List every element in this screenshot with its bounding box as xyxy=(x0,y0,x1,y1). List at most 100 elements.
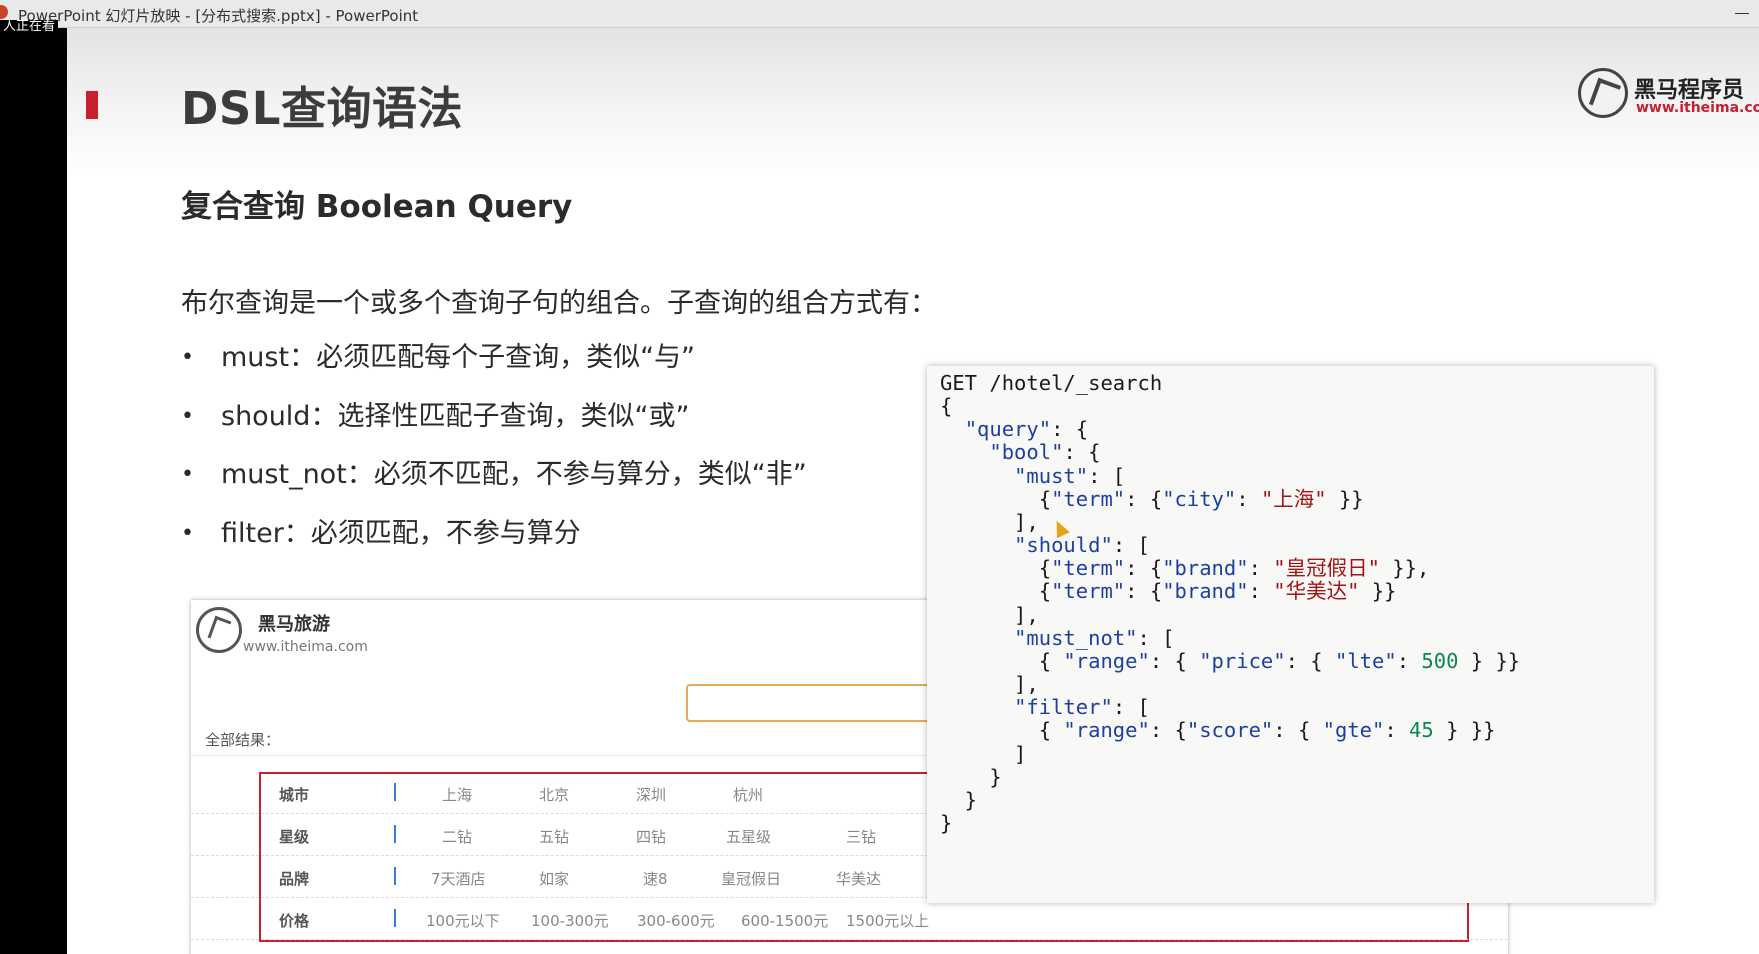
filter-option[interactable]: 二钻 xyxy=(442,826,472,847)
filter-option[interactable]: 上海 xyxy=(442,784,472,805)
itheima-logo: 黑马程序员 www.itheima.com xyxy=(1578,68,1759,128)
slide-subtitle: 复合查询 Boolean Query xyxy=(181,189,573,225)
bullet-text: filter：必须匹配，不参与算分 xyxy=(221,517,581,549)
filter-separator xyxy=(394,825,396,843)
code-line: ], xyxy=(940,510,1039,534)
code-block: GET /hotel/_search { "query": { "bool": … xyxy=(940,371,1654,835)
code-token: "must" xyxy=(1014,463,1089,488)
code-token: : xyxy=(1384,718,1410,743)
filter-option[interactable]: 五钻 xyxy=(539,826,569,847)
code-token: ], xyxy=(940,509,1039,534)
filter-name: 价格 xyxy=(279,912,310,930)
code-line: ], xyxy=(940,672,1039,696)
code-line: { xyxy=(940,394,952,418)
filter-separator xyxy=(394,867,396,885)
code-token: : [ xyxy=(1112,695,1150,720)
intro-text: 布尔查询是一个或多个查询子句的组合。子查询的组合方式有： xyxy=(181,288,937,319)
code-token: "bool" xyxy=(989,440,1064,465)
filter-option[interactable]: 速8 xyxy=(643,868,668,889)
code-token: { xyxy=(940,718,1064,743)
code-token: "皇冠假日" xyxy=(1273,556,1380,581)
code-token: }}, xyxy=(1379,556,1430,581)
code-token: { xyxy=(940,648,1064,673)
code-token: { xyxy=(940,394,953,419)
filter-option[interactable]: 皇冠假日 xyxy=(721,868,781,889)
code-token: : { xyxy=(1125,556,1163,581)
code-token: ] xyxy=(940,741,1027,766)
code-token: "brand" xyxy=(1162,579,1249,604)
filter-option[interactable]: 100元以下 xyxy=(426,910,500,931)
viewer-count-label: 人正在看 xyxy=(0,20,59,32)
code-line: {"term": {"brand": "皇冠假日" }}, xyxy=(940,556,1430,581)
powerpoint-app-icon xyxy=(0,5,8,19)
left-black-strip xyxy=(0,28,67,954)
code-token: "华美达" xyxy=(1273,579,1360,604)
code-token: { xyxy=(940,556,1052,581)
code-token: } xyxy=(940,764,1002,789)
code-line: "bool": { xyxy=(940,440,1100,464)
bullet-dot: • xyxy=(181,403,194,429)
code-token: : xyxy=(1236,486,1261,511)
filter-option[interactable]: 北京 xyxy=(539,784,569,805)
code-token: : xyxy=(1396,648,1422,673)
code-token: { xyxy=(940,486,1052,511)
filter-option[interactable]: 7天酒店 xyxy=(431,868,486,889)
filter-option[interactable]: 300-600元 xyxy=(637,910,715,931)
code-token: "range" xyxy=(1063,648,1150,673)
bullet-dot: • xyxy=(181,520,194,546)
filter-option[interactable]: 600-1500元 xyxy=(741,910,828,931)
code-token: ], xyxy=(940,602,1039,627)
code-line: "must": [ xyxy=(940,464,1125,488)
code-line: {"term": {"city": "上海" }} xyxy=(940,487,1364,511)
code-token: : { xyxy=(1125,486,1163,511)
filter-option[interactable]: 三钻 xyxy=(846,826,876,847)
minimize-button[interactable] xyxy=(1725,0,1755,28)
code-line: } xyxy=(940,811,952,835)
filter-name: 城市 xyxy=(279,786,310,804)
code-token: "lte" xyxy=(1334,648,1397,673)
code-token: : { xyxy=(1125,579,1163,604)
filter-option[interactable]: 深圳 xyxy=(636,784,666,805)
code-token: "must_not" xyxy=(1014,625,1138,650)
code-token: "gte" xyxy=(1322,718,1385,743)
title-accent-bar xyxy=(86,91,98,119)
code-token: }} xyxy=(1359,579,1397,604)
minimize-icon xyxy=(1735,13,1749,14)
filter-option[interactable]: 五星级 xyxy=(726,826,771,847)
code-token: : { xyxy=(1149,648,1200,673)
code-token: "query" xyxy=(964,417,1052,442)
filter-option[interactable]: 100-300元 xyxy=(531,910,609,931)
code-token: "price" xyxy=(1199,648,1286,673)
filter-option[interactable]: 华美达 xyxy=(836,868,881,889)
code-token: } }} xyxy=(1458,648,1521,673)
window-title-bar: PowerPoint 幻灯片放映 - [分布式搜索.pptx] - PowerP… xyxy=(0,0,1759,28)
bullet-text: should：选择性匹配子查询，类似“或” xyxy=(221,400,690,432)
code-token: } xyxy=(940,787,978,812)
filter-separator xyxy=(394,909,396,927)
code-token: 45 xyxy=(1409,718,1434,743)
code-token: } }} xyxy=(1433,718,1496,743)
code-line: ] xyxy=(940,742,1026,766)
code-line: ], xyxy=(940,603,1039,627)
code-token: ], xyxy=(940,672,1039,697)
code-token: : { xyxy=(1285,648,1335,673)
code-token: "term" xyxy=(1051,486,1126,511)
filter-option[interactable]: 如家 xyxy=(539,868,569,889)
filter-option[interactable]: 1500元以上 xyxy=(846,910,929,931)
code-line: {"term": {"brand": "华美达" }} xyxy=(940,579,1397,603)
filter-option[interactable]: 四钻 xyxy=(636,826,666,847)
code-line: } xyxy=(940,788,977,812)
code-token: "filter" xyxy=(1014,695,1113,720)
bullet-dot: • xyxy=(181,462,194,487)
code-token: : { xyxy=(1149,718,1187,743)
code-token: : [ xyxy=(1137,625,1175,650)
code-token: : { xyxy=(1273,718,1323,743)
filter-option[interactable]: 杭州 xyxy=(733,784,763,805)
code-token: "city" xyxy=(1162,486,1237,511)
horse-logo-icon xyxy=(1578,68,1628,118)
filter-separator xyxy=(394,783,396,801)
code-token: "term" xyxy=(1051,556,1126,581)
site-url: www.itheima.com xyxy=(243,639,368,655)
